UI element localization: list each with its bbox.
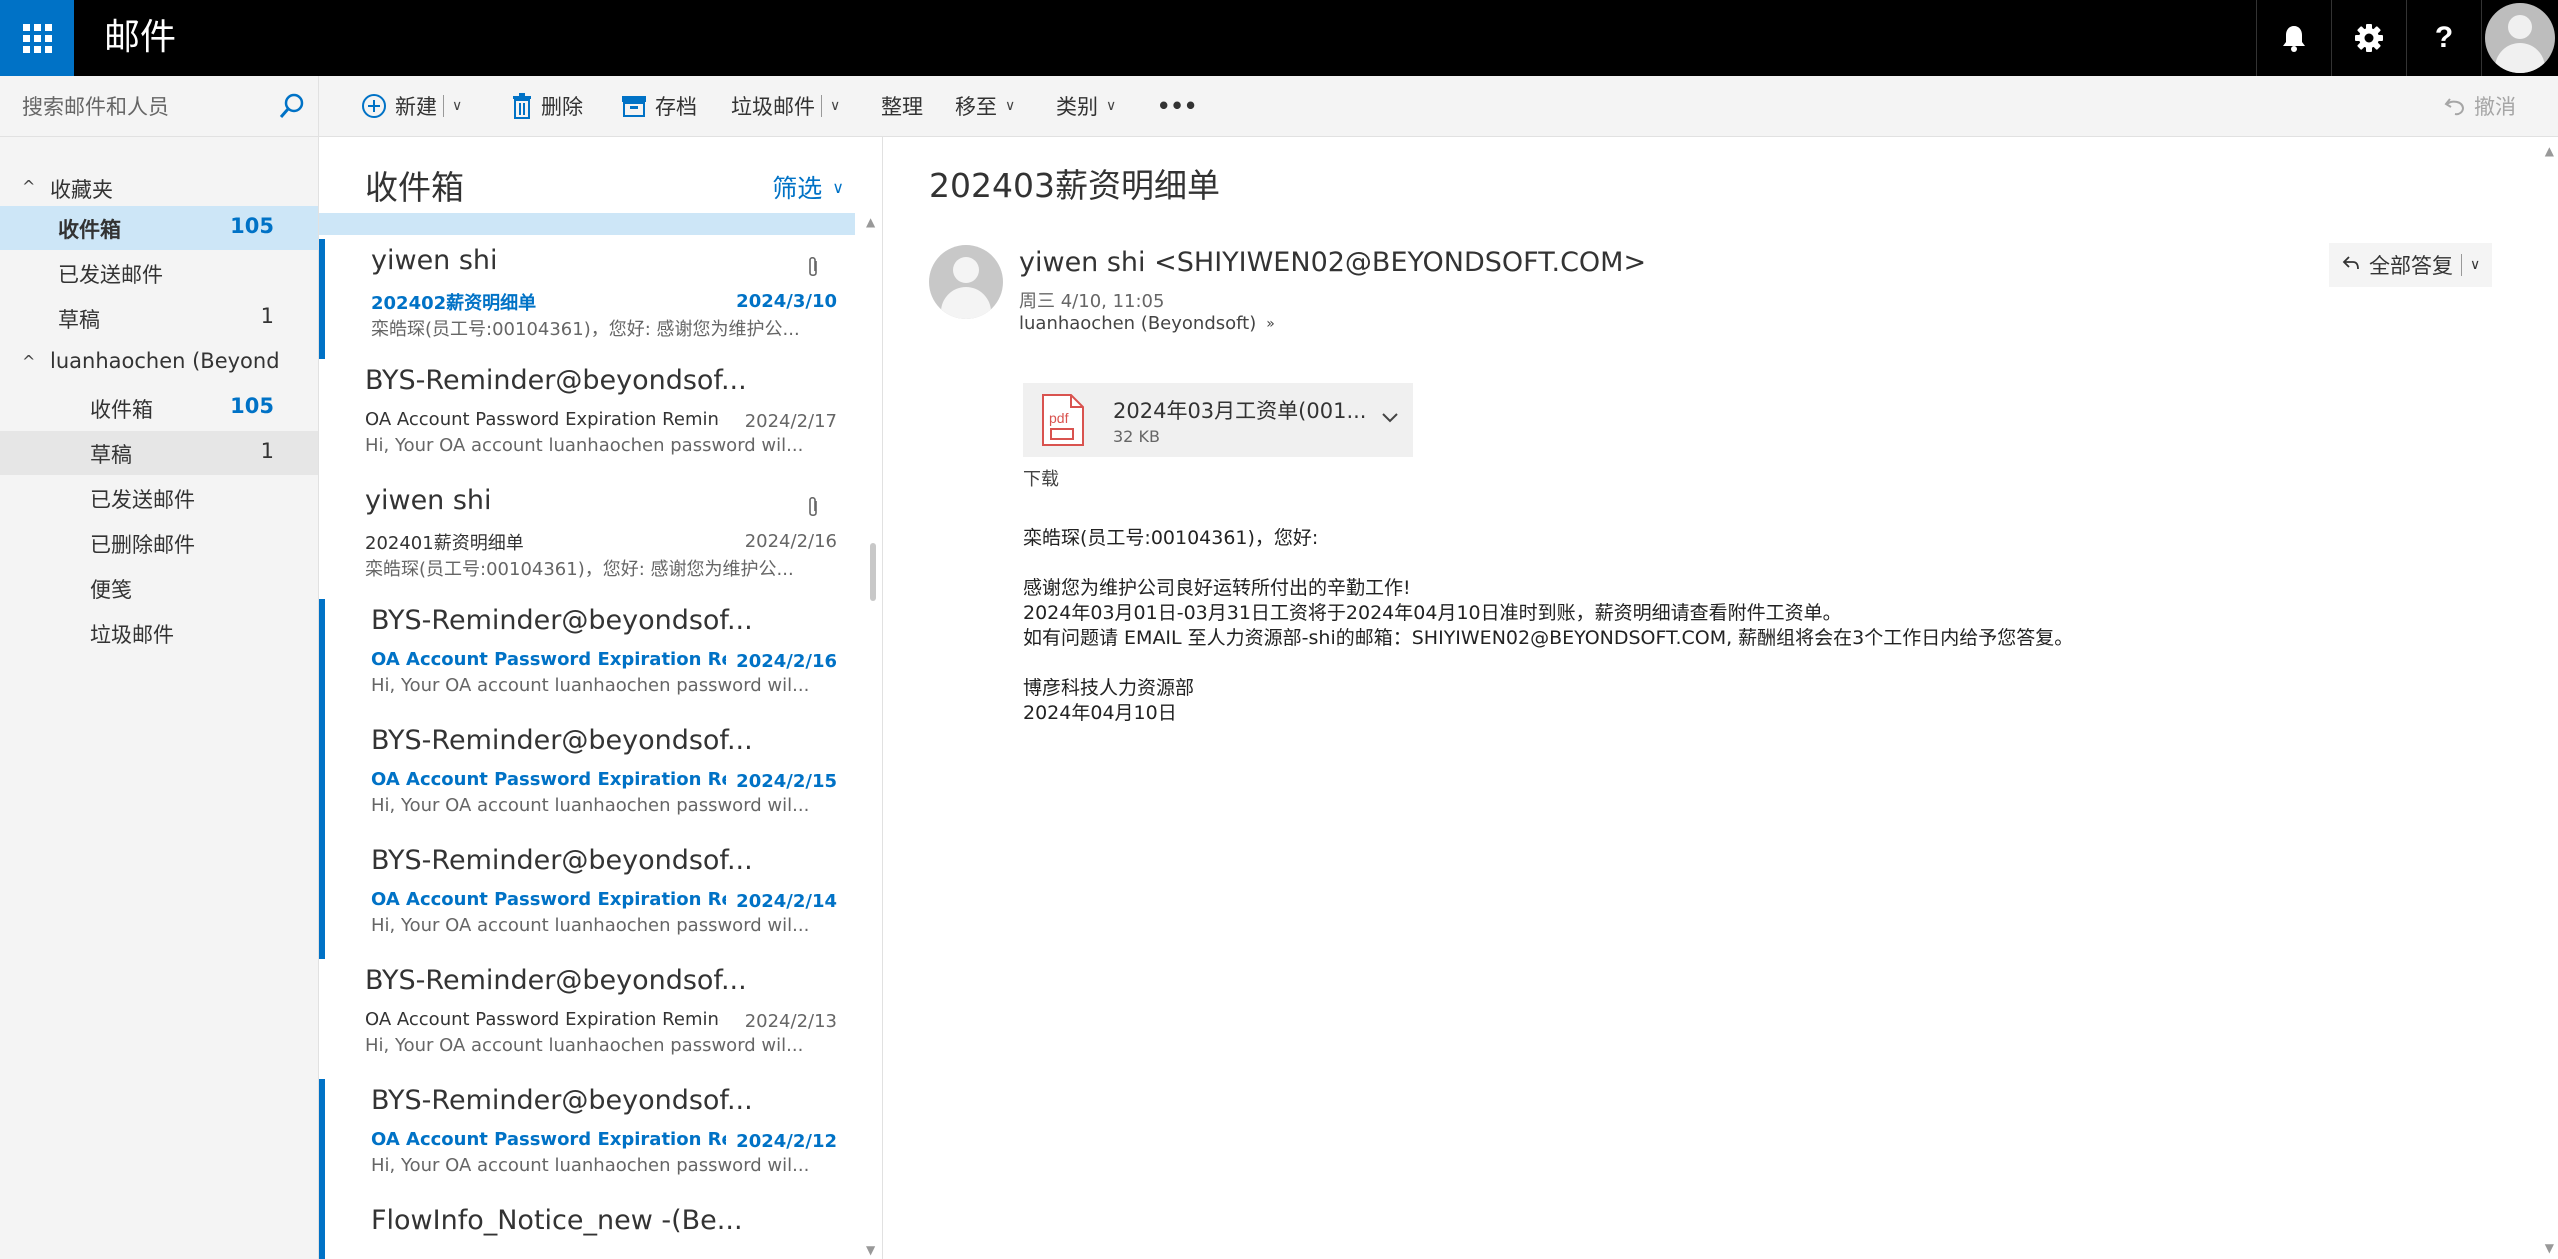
svg-text:pdf: pdf bbox=[1049, 410, 1069, 426]
favorite-inbox[interactable]: 收件箱 105 bbox=[0, 206, 318, 250]
message-item[interactable]: BYS-Reminder@beyondsof... OA Account Pas… bbox=[319, 959, 855, 1079]
account-button[interactable] bbox=[2481, 0, 2558, 76]
move-to-button[interactable]: 移至 ∨ bbox=[955, 76, 1015, 136]
body-line: 2024年03月01日-03月31日工资将于2024年04月10日准时到账，薪资… bbox=[1023, 602, 1842, 624]
settings-button[interactable] bbox=[2331, 0, 2406, 76]
reading-scroll-up-icon[interactable]: ▲ bbox=[2545, 144, 2554, 158]
expand-recipients-icon[interactable]: » bbox=[1266, 316, 1275, 332]
favorite-drafts[interactable]: 草稿 1 bbox=[0, 296, 318, 340]
search-icon[interactable] bbox=[278, 92, 306, 120]
pdf-icon: pdf bbox=[1042, 394, 1084, 446]
selected-message-row[interactable] bbox=[319, 213, 855, 235]
bell-icon bbox=[2283, 26, 2305, 52]
scroll-up-icon[interactable]: ▲ bbox=[866, 215, 875, 229]
question-icon: ? bbox=[2434, 21, 2454, 54]
body-line: 如有问题请 EMAIL 至人力资源部-shi的邮箱：SHIYIWEN02@BEY… bbox=[1023, 627, 2074, 649]
message-item[interactable]: yiwen shi 202401薪资明细单 2024/2/16 栾皓琛(员工号:… bbox=[319, 479, 855, 599]
help-button[interactable]: ? bbox=[2406, 0, 2481, 76]
reply-all-button[interactable]: 全部答复 ∨ bbox=[2329, 243, 2493, 287]
folder-junk[interactable]: 垃圾邮件 bbox=[0, 611, 318, 655]
message-item[interactable]: yiwen shi 202402薪资明细单 2024/3/10 栾皓琛(员工号:… bbox=[319, 239, 855, 359]
delete-button[interactable]: 删除 bbox=[511, 76, 583, 136]
chevron-down-icon: ∨ bbox=[832, 177, 844, 197]
message-list-header: 收件箱 筛选 ∨ bbox=[319, 137, 882, 213]
message-item[interactable]: BYS-Reminder@beyondsof... OA Account Pas… bbox=[319, 599, 855, 719]
body-line: 栾皓琛(员工号:00104361)，您好: bbox=[1023, 527, 1319, 549]
body-line: 2024年04月10日 bbox=[1023, 702, 1177, 724]
new-button[interactable]: 新建 ∨ bbox=[361, 76, 462, 136]
notifications-button[interactable] bbox=[2256, 0, 2331, 76]
undo-button[interactable]: 撤消 bbox=[2444, 76, 2516, 136]
message-subject: 202403薪资明细单 bbox=[929, 166, 1220, 205]
favorite-sent[interactable]: 已发送邮件 bbox=[0, 251, 318, 295]
reading-pane: 202403薪资明细单 yiwen shi <SHIYIWEN02@BEYOND… bbox=[883, 137, 2558, 1259]
trash-icon bbox=[511, 93, 533, 119]
message-item[interactable]: BYS-Reminder@beyondsof... OA Account Pas… bbox=[319, 359, 855, 479]
chevron-down-icon[interactable]: ∨ bbox=[452, 98, 462, 114]
recipients[interactable]: luanhaochen (Beyondsoft) » bbox=[1019, 313, 1275, 334]
scroll-down-icon[interactable]: ▼ bbox=[866, 1243, 875, 1257]
attachment-size: 32 KB bbox=[1113, 427, 1160, 446]
search-input[interactable]: 搜索邮件和人员 bbox=[22, 91, 169, 121]
account-header[interactable]: ^ luanhaochen (Beyondsoft) bbox=[0, 341, 318, 385]
favorites-header[interactable]: ^ 收藏夹 bbox=[0, 166, 318, 210]
sender[interactable]: yiwen shi <SHIYIWEN02@BEYONDSOFT.COM> bbox=[1019, 247, 1646, 278]
gear-icon bbox=[2355, 24, 2383, 52]
top-bar: 邮件 ? bbox=[0, 0, 2558, 76]
folder-title: 收件箱 bbox=[365, 168, 464, 207]
more-icon: ••• bbox=[1157, 94, 1198, 118]
chevron-up-icon: ^ bbox=[22, 352, 36, 371]
message-item[interactable]: BYS-Reminder@beyondsof... OA Account Pas… bbox=[319, 839, 855, 959]
folder-pane: 搜索邮件和人员 ^ 收藏夹 收件箱 105 已发送邮件 草稿 1 ^ luanh… bbox=[0, 76, 319, 1259]
paperclip-icon bbox=[807, 255, 819, 283]
message-list: 收件箱 筛选 ∨ yiwen shi 202402薪资明细单 2024/3/10… bbox=[319, 137, 883, 1259]
app-launcher-button[interactable] bbox=[0, 0, 74, 76]
message-item[interactable]: FlowInfo_Notice_new -(Be... bbox=[319, 1199, 855, 1259]
message-list-scrollbar[interactable]: ▲ ▼ bbox=[864, 213, 882, 1259]
junk-button[interactable]: 垃圾邮件 ∨ bbox=[731, 76, 840, 136]
chevron-down-icon[interactable]: ∨ bbox=[830, 98, 840, 114]
attachment-card[interactable]: pdf 2024年03月工资单(001... 32 KB bbox=[1023, 383, 1413, 457]
reply-all-icon bbox=[2341, 253, 2361, 278]
folder-notes[interactable]: 便笺 bbox=[0, 566, 318, 610]
folder-drafts[interactable]: 草稿 1 bbox=[0, 431, 318, 475]
plus-circle-icon bbox=[361, 93, 387, 119]
message-item[interactable]: BYS-Reminder@beyondsof... OA Account Pas… bbox=[319, 1079, 855, 1199]
sent-date: 周三 4/10, 11:05 bbox=[1019, 291, 1165, 312]
archive-icon bbox=[621, 95, 647, 117]
paperclip-icon bbox=[807, 495, 819, 523]
chevron-up-icon: ^ bbox=[22, 177, 36, 196]
chevron-down-icon: ∨ bbox=[1106, 98, 1117, 114]
folder-sent[interactable]: 已发送邮件 bbox=[0, 476, 318, 520]
app-title: 邮件 bbox=[104, 17, 177, 58]
more-button[interactable]: ••• bbox=[1157, 76, 1197, 136]
waffle-icon bbox=[22, 23, 52, 53]
search-box[interactable]: 搜索邮件和人员 bbox=[0, 76, 318, 137]
undo-icon bbox=[2444, 95, 2466, 117]
archive-button[interactable]: 存档 bbox=[621, 76, 697, 136]
message-item[interactable]: BYS-Reminder@beyondsof... OA Account Pas… bbox=[319, 719, 855, 839]
folder-deleted[interactable]: 已删除邮件 bbox=[0, 521, 318, 565]
categories-button[interactable]: 类别 ∨ bbox=[1056, 76, 1116, 136]
attachment-name: 2024年03月工资单(001... bbox=[1113, 399, 1367, 423]
scrollbar-thumb[interactable] bbox=[870, 543, 876, 601]
chevron-down-icon: ∨ bbox=[1005, 98, 1016, 114]
body-line: 博彦科技人力资源部 bbox=[1023, 677, 1195, 699]
filter-button[interactable]: 筛选 ∨ bbox=[772, 169, 844, 205]
folder-inbox[interactable]: 收件箱 105 bbox=[0, 386, 318, 430]
chevron-down-icon[interactable]: ∨ bbox=[2470, 257, 2480, 273]
sweep-button[interactable]: 整理 bbox=[881, 76, 923, 136]
reading-scroll-down-icon[interactable]: ▼ bbox=[2545, 1241, 2554, 1255]
command-bar: 新建 ∨ 删除 存档 垃圾邮件 ∨ 整理 移至 ∨ 类别 ∨ ••• 撤消 bbox=[319, 76, 2558, 137]
download-link[interactable]: 下载 bbox=[1023, 465, 1059, 491]
body-line: 感谢您为维护公司良好运转所付出的辛勤工作! bbox=[1023, 577, 1411, 599]
chevron-down-icon[interactable] bbox=[1381, 409, 1399, 428]
avatar bbox=[2485, 3, 2555, 73]
sender-avatar[interactable] bbox=[929, 245, 1003, 319]
